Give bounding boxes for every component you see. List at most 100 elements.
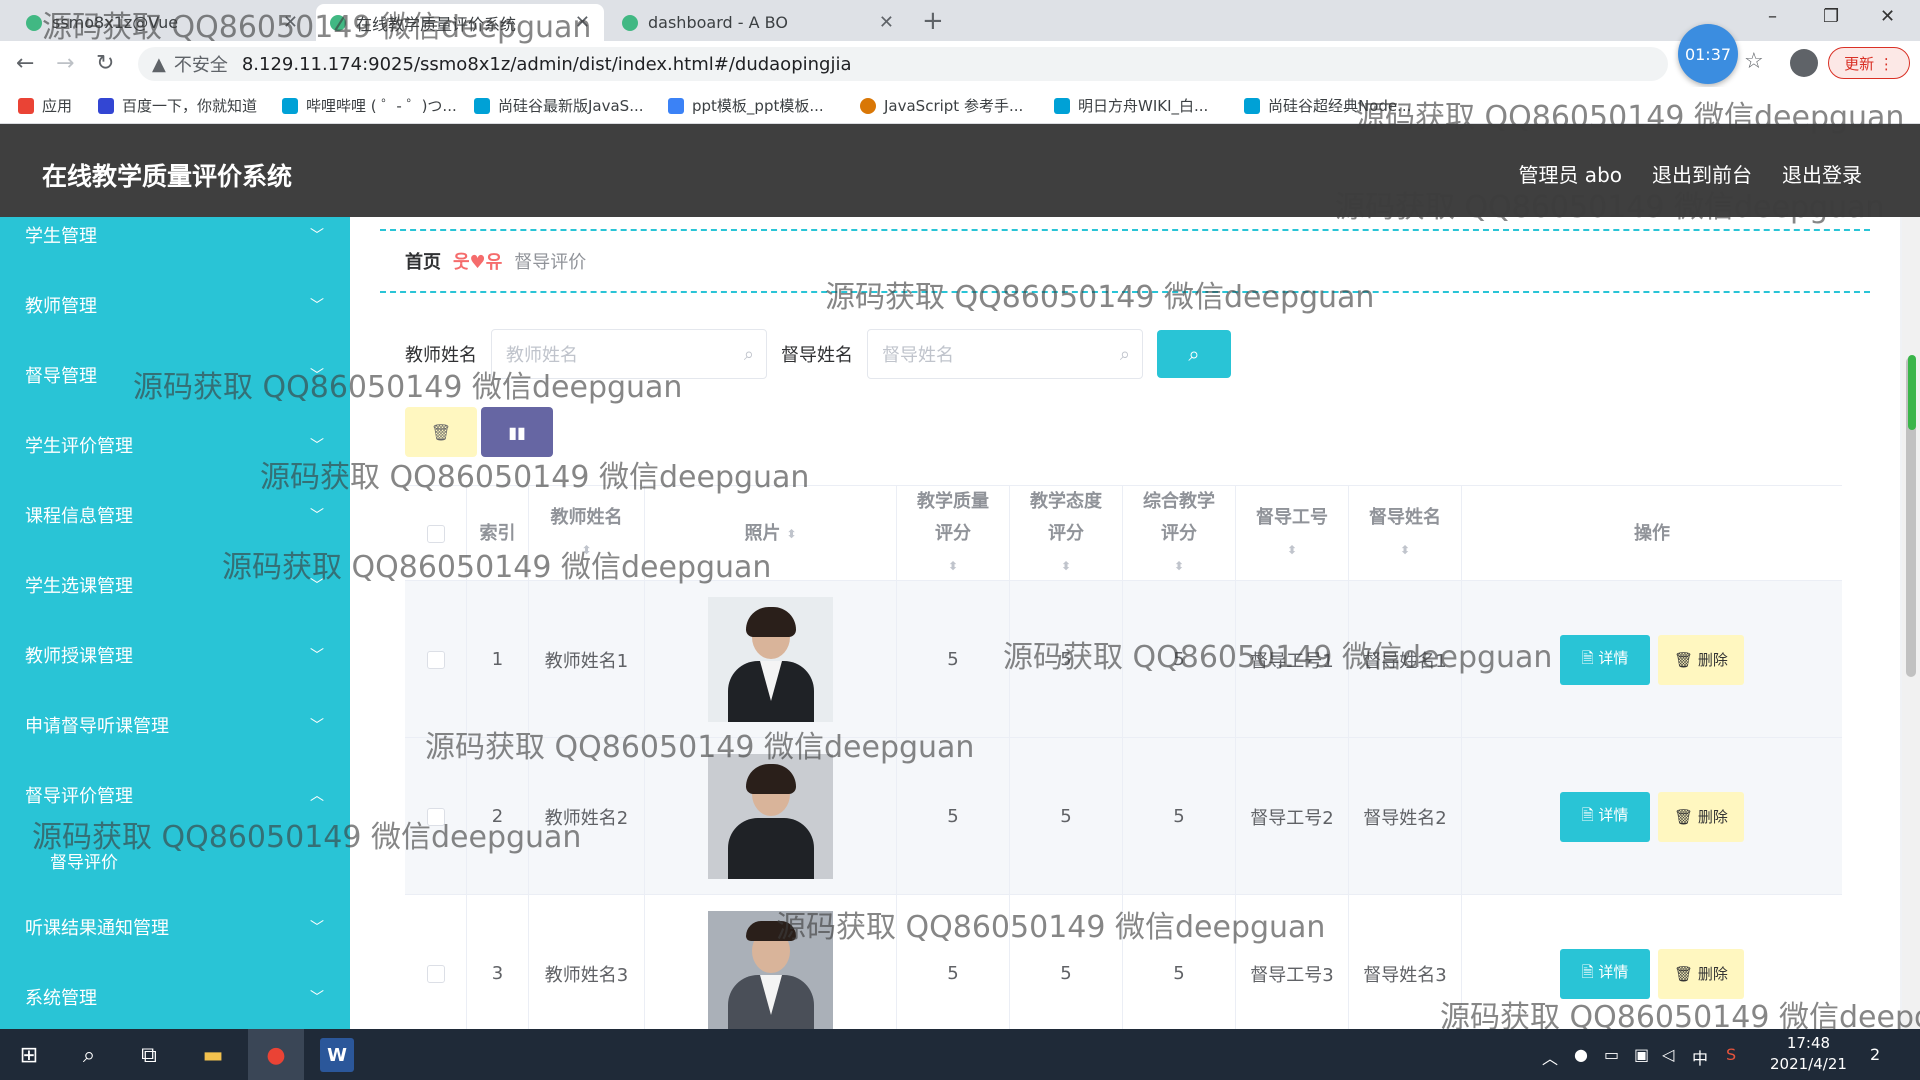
sogou-icon[interactable]: S: [1726, 1045, 1736, 1064]
col-supervisor-id[interactable]: 督导工号 ⬍: [1236, 486, 1349, 582]
row-checkbox[interactable]: [426, 807, 445, 826]
minimize-button[interactable]: –: [1768, 6, 1777, 27]
task-view-icon[interactable]: ⧉: [132, 1038, 166, 1072]
sort-icon[interactable]: ⬍: [786, 518, 796, 550]
cell-quality: 5: [897, 895, 1010, 1029]
col-photo[interactable]: 照片 ⬍: [645, 486, 897, 582]
bilibili-icon: [1244, 97, 1260, 114]
windows-taskbar: ⊞ ⌕ ⧉ ▬ ● W ︿ ● ▭ ▣ ◁ 中 S 17:48 2021/4/2…: [0, 1029, 1920, 1080]
main-content: 首页 웃♥유 督导评价 教师姓名 教师姓名 ⌕ 督导姓名 督导姓名 ⌕ ⌕ 🗑 …: [350, 217, 1900, 1029]
delete-button[interactable]: 🗑 删除: [1658, 634, 1744, 685]
back-to-front-link[interactable]: 退出到前台: [1652, 159, 1752, 188]
sidebar-item-teachers[interactable]: 教师管理 ﹀: [0, 275, 350, 335]
bookmark-item[interactable]: 尚硅谷超经典Node...: [1244, 95, 1411, 116]
bookmark-item[interactable]: 明日方舟WIKI_白...: [1054, 95, 1208, 116]
teacher-photo[interactable]: [708, 597, 833, 722]
select-all-checkbox[interactable]: [426, 525, 445, 543]
close-icon[interactable]: ✕: [879, 12, 894, 33]
search-button[interactable]: ⌕: [1157, 330, 1231, 378]
word-icon[interactable]: W: [320, 1038, 354, 1072]
timer-badge: 01:37: [1678, 24, 1738, 84]
back-arrow-icon[interactable]: ←: [16, 51, 34, 76]
sort-icon[interactable]: ⬍: [948, 550, 958, 582]
windows-start-icon[interactable]: ⊞: [12, 1038, 46, 1072]
teacher-name-input[interactable]: 教师姓名 ⌕: [491, 329, 767, 379]
chrome-icon[interactable]: ●: [259, 1038, 293, 1072]
tray-expand-icon[interactable]: ︿: [1542, 1045, 1558, 1069]
new-tab-button[interactable]: +: [922, 6, 944, 36]
sidebar-item-course-info[interactable]: 课程信息管理 ﹀: [0, 485, 350, 545]
close-window-button[interactable]: ✕: [1880, 6, 1895, 27]
sidebar-item-supervisors[interactable]: 督导管理 ﹀: [0, 345, 350, 405]
page-scrollbar[interactable]: [1902, 217, 1920, 1029]
bookmark-item[interactable]: 尚硅谷最新版JavaS...: [474, 95, 644, 116]
sidebar-item-teaching[interactable]: 教师授课管理 ﹀: [0, 625, 350, 685]
account-avatar-icon[interactable]: [1790, 49, 1818, 77]
col-quality[interactable]: 教学质量评分 ⬍: [897, 486, 1010, 582]
sort-icon[interactable]: ⬍: [1287, 534, 1297, 566]
bookmark-item[interactable]: 哔哩哔哩 ( ゜- ゜)つ...: [282, 95, 457, 116]
teacher-photo[interactable]: [708, 911, 833, 1029]
update-button[interactable]: 更新 ⋮: [1828, 47, 1910, 79]
app-header: 在线教学质量评价系统 管理员 abo 退出到前台 退出登录: [0, 124, 1920, 217]
logout-link[interactable]: 退出登录: [1782, 159, 1862, 188]
taskbar-clock[interactable]: 17:48 2021/4/21: [1770, 1033, 1847, 1075]
maximize-button[interactable]: ❐: [1823, 6, 1839, 27]
detail-button[interactable]: 🗎 详情: [1560, 791, 1650, 842]
bookmark-item[interactable]: 应用: [18, 95, 72, 116]
file-explorer-icon[interactable]: ▬: [196, 1038, 230, 1072]
detail-button[interactable]: 🗎 详情: [1560, 948, 1650, 999]
sort-icon[interactable]: ⬍: [1174, 550, 1184, 582]
sidebar-subitem-supervisor-evaluation[interactable]: 督导评价: [0, 840, 350, 880]
sort-icon[interactable]: ⬍: [581, 534, 591, 566]
sidebar-item-system[interactable]: 系统管理 ﹀: [0, 967, 350, 1027]
sidebar-item-students[interactable]: 学生管理 ﹀: [0, 217, 350, 265]
detail-button[interactable]: 🗎 详情: [1560, 634, 1650, 685]
supervisor-name-input[interactable]: 督导姓名 ⌕: [867, 329, 1143, 379]
sort-icon[interactable]: ⬍: [1061, 550, 1071, 582]
notification-icon[interactable]: 2: [1870, 1045, 1880, 1064]
admin-user-label[interactable]: 管理员 abo: [1518, 159, 1622, 188]
security-label[interactable]: 不安全: [174, 51, 228, 77]
statistics-button[interactable]: ▮▮: [481, 407, 553, 457]
volume-icon[interactable]: ◁: [1662, 1045, 1674, 1064]
forward-arrow-icon[interactable]: →: [56, 51, 74, 76]
sort-icon[interactable]: ⬍: [1400, 534, 1410, 566]
sidebar-item-student-evaluation[interactable]: 学生评价管理 ﹀: [0, 415, 350, 475]
close-icon[interactable]: ✕: [283, 12, 298, 33]
col-overall[interactable]: 综合教学评分 ⬍: [1123, 486, 1236, 582]
browser-tab[interactable]: dashboard - A BO ✕: [608, 4, 908, 41]
bookmark-item[interactable]: 百度一下，你就知道: [98, 95, 257, 116]
bookmark-item[interactable]: ppt模板_ppt模板...: [668, 95, 824, 116]
cell-attitude: 5: [1010, 738, 1123, 895]
delete-button[interactable]: 🗑 删除: [1658, 791, 1744, 842]
tray-app-icon[interactable]: ●: [1574, 1045, 1588, 1064]
col-supervisor-name[interactable]: 督导姓名 ⬍: [1349, 486, 1462, 582]
col-attitude[interactable]: 教学态度评分 ⬍: [1010, 486, 1123, 582]
col-index[interactable]: 索引: [467, 486, 529, 582]
close-icon[interactable]: ✕: [575, 12, 590, 33]
teacher-photo[interactable]: [708, 754, 833, 879]
batch-delete-button[interactable]: 🗑: [405, 407, 477, 457]
bookmark-star-icon[interactable]: ☆: [1744, 49, 1764, 74]
sidebar-item-audit-request[interactable]: 申请督导听课管理 ﹀: [0, 695, 350, 755]
row-checkbox[interactable]: [426, 650, 445, 669]
url-input[interactable]: ▲ 不安全 8.129.11.174:9025/ssmo8x1z/admin/d…: [138, 47, 1668, 81]
table-header: 索引 教师姓名 ⬍ 照片 ⬍ 教学质量评分 ⬍ 教学态度评分 ⬍ 综合教学评分 ⬍ 督导工…: [405, 485, 1842, 582]
search-icon[interactable]: ⌕: [72, 1038, 106, 1072]
url-text: 8.129.11.174:9025/ssmo8x1z/admin/dist/in…: [241, 53, 852, 75]
delete-button[interactable]: 🗑 删除: [1658, 948, 1744, 999]
reload-icon[interactable]: ↻: [96, 51, 114, 76]
battery-icon[interactable]: ▭: [1604, 1045, 1619, 1064]
sidebar-item-course-selection[interactable]: 学生选课管理 ﹀: [0, 555, 350, 615]
breadcrumb-home[interactable]: 首页: [405, 248, 441, 274]
browser-tab-active[interactable]: 在线教学质量评价系统 ✕: [316, 4, 604, 41]
sidebar-item-result-notice[interactable]: 听课结果通知管理 ﹀: [0, 897, 350, 957]
browser-tab[interactable]: ssmo8x1z@Vue ✕: [12, 4, 312, 41]
col-teacher[interactable]: 教师姓名 ⬍: [529, 486, 645, 582]
bookmark-item[interactable]: JavaScript 参考手...: [860, 95, 1023, 116]
row-checkbox[interactable]: [426, 964, 445, 983]
network-icon[interactable]: ▣: [1634, 1045, 1649, 1064]
sidebar-item-supervisor-evaluation[interactable]: 督导评价管理 ︿: [0, 765, 350, 825]
ime-label[interactable]: 中: [1692, 1045, 1708, 1069]
